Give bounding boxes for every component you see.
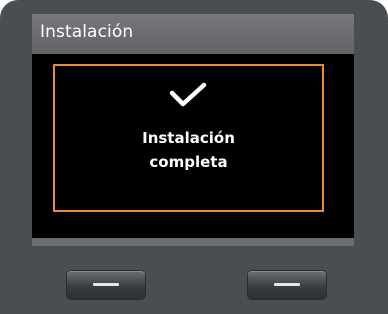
phone-body: Instalación Instalación completa — [0, 0, 388, 314]
checkmark-icon — [169, 82, 207, 107]
status-message-line2: completa — [149, 153, 228, 171]
status-message: Instalación completa — [55, 126, 322, 174]
content-area: Instalación completa — [32, 54, 354, 238]
display-screen: Instalación Instalación completa — [32, 14, 354, 246]
status-dialog: Instalación completa — [53, 64, 324, 212]
softkey-label-bar — [32, 238, 354, 246]
dash-icon — [93, 283, 119, 286]
status-message-line1: Instalación — [142, 129, 235, 147]
screen-title: Instalación — [40, 22, 134, 42]
dash-icon — [274, 283, 300, 286]
title-bar: Instalación — [32, 14, 354, 54]
left-softkey-button[interactable] — [67, 271, 145, 299]
right-softkey-button[interactable] — [248, 271, 326, 299]
